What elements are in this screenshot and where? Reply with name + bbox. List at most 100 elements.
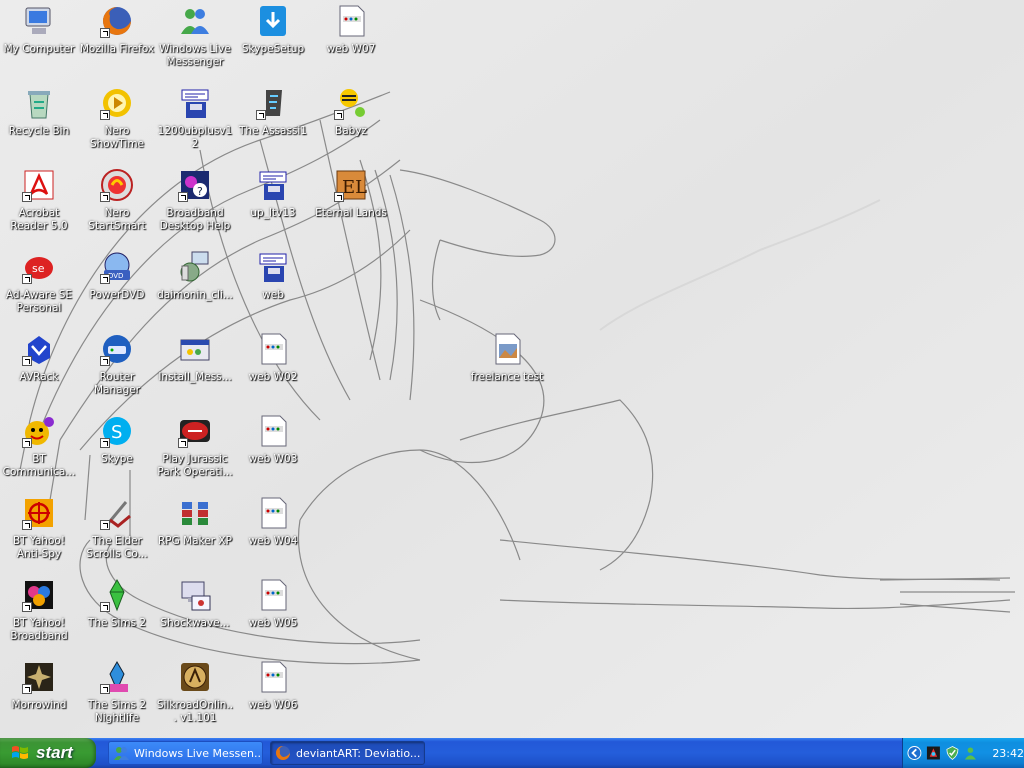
desktop-icon-up-ltv13[interactable]: up_ltv13 — [234, 166, 312, 244]
shortcut-arrow-icon — [178, 192, 188, 202]
shortcut-arrow-icon — [22, 438, 32, 448]
desktop-icon-freelance-test[interactable]: freelance test — [468, 330, 546, 408]
desktop-icon-web-w04[interactable]: web W04 — [234, 494, 312, 572]
shortcut-arrow-icon — [178, 438, 188, 448]
shortcut-arrow-icon — [100, 438, 110, 448]
desktop-icon-label: 1200ubplusv12 — [157, 125, 233, 150]
desktop-icon-label: daimonin_cli... — [157, 289, 233, 301]
desktop-icon-bt-yahoo-anti-spy[interactable]: BT Yahoo! Anti-Spy — [0, 494, 78, 572]
desktop-icon-1200ubplusv12[interactable]: 1200ubplusv12 — [156, 84, 234, 162]
desktop-icon-label: Install_Mess... — [158, 371, 232, 383]
desktop-icon-acrobat-reader-5-0[interactable]: Acrobat Reader 5.0 — [0, 166, 78, 244]
skype-icon: S — [100, 414, 134, 448]
svg-text:?: ? — [197, 185, 203, 198]
shortcut-arrow-icon — [100, 28, 110, 38]
shortcut-arrow-icon — [100, 356, 110, 366]
desktop-icon-shockwave[interactable]: Shockwave... — [156, 576, 234, 654]
desktop-icon-label: Skype — [101, 453, 133, 465]
html-file-icon — [256, 332, 290, 366]
html-file-icon — [334, 4, 368, 38]
desktop-icon-web[interactable]: web — [234, 248, 312, 326]
desktop-icon-web-w03[interactable]: web W03 — [234, 412, 312, 490]
firefox-icon — [276, 746, 290, 760]
desktop-icon-web-w02[interactable]: web W02 — [234, 330, 312, 408]
desktop-icon-label: Babyz — [334, 125, 368, 137]
desktop-icon-eternal-lands[interactable]: EL Eternal Lands — [312, 166, 390, 244]
shortcut-arrow-icon — [22, 684, 32, 694]
desktop-icon-nero-showtime[interactable]: Nero ShowTime — [78, 84, 156, 162]
desktop-icon-the-elder-scrolls-co[interactable]: The Elder Scrolls Co... — [78, 494, 156, 572]
desktop-icon-the-assassi1[interactable]: The Assassi1 — [234, 84, 312, 162]
shortcut-arrow-icon — [22, 520, 32, 530]
security-shield-icon[interactable] — [945, 745, 960, 761]
desktop-icon-label: up_ltv13 — [250, 207, 296, 219]
shortcut-arrow-icon — [22, 356, 32, 366]
desktop-icon-web-w06[interactable]: web W06 — [234, 658, 312, 736]
cyberlink-icon[interactable] — [926, 745, 941, 761]
taskbar-button-windows-live-messenger[interactable]: Windows Live Messen... — [108, 741, 263, 765]
desktop-icon-label: web W03 — [248, 453, 298, 465]
desktop-icon-web-w05[interactable]: web W05 — [234, 576, 312, 654]
skype-setup-icon — [256, 4, 290, 38]
desktop-icon-label: web W02 — [248, 371, 298, 383]
nero-showtime-icon — [100, 86, 134, 120]
desktop-icon-the-sims-2[interactable]: The Sims 2 — [78, 576, 156, 654]
desktop-icon-label: RPG Maker XP — [158, 535, 232, 547]
svg-text:se: se — [32, 262, 45, 275]
task-label: deviantART: Deviatio... — [296, 746, 421, 760]
desktop-icon-broadband-desktop-help[interactable]: ? Broadband Desktop Help — [156, 166, 234, 244]
sims2-nightlife-icon — [100, 660, 134, 694]
desktop-icon-label: Ad-Aware SE Personal — [5, 289, 73, 314]
desktop-icon-label: AVRack — [19, 371, 59, 383]
desktop-icon-the-sims-2-nightlife[interactable]: The Sims 2 Nightlife — [78, 658, 156, 736]
bt-communicator-icon — [22, 414, 56, 448]
desktop-icon-silkroadonlin-v1-101[interactable]: SilkroadOnlin... v1.101 — [156, 658, 234, 736]
windows-logo-icon — [12, 746, 28, 759]
desktop-icon-web-w07[interactable]: web W07 — [312, 2, 390, 80]
router-manager-icon — [100, 332, 134, 366]
desktop-icon-install-mess[interactable]: Install_Mess... — [156, 330, 234, 408]
desktop-icon-play-jurassic-park-operati[interactable]: Play Jurassic Park Operati... — [156, 412, 234, 490]
desktop-icon-windows-live-messenger[interactable]: Windows Live Messenger — [156, 2, 234, 80]
shortcut-arrow-icon — [100, 274, 110, 284]
shortcut-arrow-icon — [100, 684, 110, 694]
desktop-icon-mozilla-firefox[interactable]: Mozilla Firefox — [78, 2, 156, 80]
firefox-icon — [100, 4, 134, 38]
messenger-status-icon[interactable] — [963, 745, 978, 761]
desktop-icon-nero-startsmart[interactable]: Nero StartSmart — [78, 166, 156, 244]
desktop-icon-bt-communica[interactable]: BT Communica... — [0, 412, 78, 490]
desktop-icon-router-manager[interactable]: Router Manager — [78, 330, 156, 408]
desktop-icon-label: Morrowind — [11, 699, 67, 711]
desktop-icon-label: Shockwave... — [160, 617, 230, 629]
desktop-icon-skype[interactable]: S Skype — [78, 412, 156, 490]
desktop-icon-label: Router Manager — [93, 371, 141, 396]
desktop-icon-powerdvd[interactable]: DVD PowerDVD — [78, 248, 156, 326]
desktop-icon-my-computer[interactable]: My Computer — [0, 2, 78, 80]
assassin-icon — [256, 86, 290, 120]
messenger-icon — [114, 747, 129, 760]
desktop-icon-label: web W07 — [326, 43, 376, 55]
desktop-icon-daimonin-cli[interactable]: daimonin_cli... — [156, 248, 234, 326]
desktop-icon-rpg-maker-xp[interactable]: RPG Maker XP — [156, 494, 234, 572]
messenger-icon — [178, 4, 212, 38]
desktop-icon-label: Recycle Bin — [8, 125, 70, 137]
start-button[interactable]: start — [0, 738, 96, 768]
clock[interactable]: 23:42 — [992, 747, 1024, 760]
desktop[interactable]: My Computer Mozilla Firefox Windows Live M… — [0, 0, 1024, 738]
network-installer-icon — [178, 250, 212, 284]
taskbar-button-deviantart-firefox[interactable]: deviantART: Deviatio... — [270, 741, 425, 765]
desktop-icon-babyz[interactable]: Babyz — [312, 84, 390, 162]
sims2-icon — [100, 578, 134, 612]
desktop-icon-bt-yahoo-broadband[interactable]: BT Yahoo! Broadband — [0, 576, 78, 654]
installer-icon — [178, 86, 212, 120]
html-file-icon — [256, 414, 290, 448]
desktop-icon-label: PowerDVD — [89, 289, 145, 301]
desktop-icon-recycle-bin[interactable]: Recycle Bin — [0, 84, 78, 162]
desktop-icon-label: SilkroadOnlin... v1.101 — [156, 699, 234, 724]
anti-spy-icon — [22, 496, 56, 530]
desktop-icon-ad-aware-se-personal[interactable]: se Ad-Aware SE Personal — [0, 248, 78, 326]
desktop-icon-morrowind[interactable]: Morrowind — [0, 658, 78, 736]
desktop-icon-avrack[interactable]: AVRack — [0, 330, 78, 408]
show-hidden-icons-chevron-icon[interactable] — [907, 745, 922, 761]
desktop-icon-skypesetup[interactable]: SkypeSetup — [234, 2, 312, 80]
